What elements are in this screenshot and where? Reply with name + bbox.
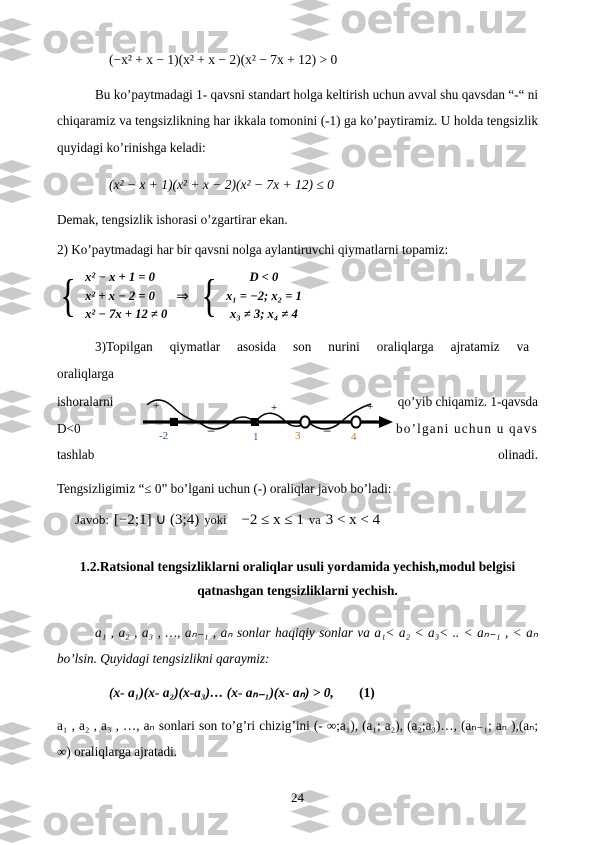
paragraph-step3-line1: 3)Topilgan qiymatlar asosida son nurini … [57, 334, 538, 387]
section-heading: 1.2.Ratsional tengsizliklarni oraliqlar … [57, 555, 538, 602]
equation-general-form: (x- a₁)(x- a₂)(x-a₃)… (x- aₙ₋₁)(x- aₙ) >… [57, 685, 538, 701]
system-row: x₃ ≠ 3; x₄ ≠ 4 [230, 307, 298, 322]
line-negative-intervals: Tengsizligimiz “≤ 0” bo’lgani uchun (-) … [57, 481, 392, 497]
implies-arrow-icon: ⇒ [176, 289, 189, 305]
left-brace-icon: { [60, 270, 76, 322]
answer-inequality-1: −2 ≤ x ≤ 1 [241, 512, 304, 529]
point-label-3: 3 [295, 430, 301, 442]
sign-wave-left [146, 399, 256, 430]
sign-plus: + [367, 401, 373, 413]
point-label-1: 1 [253, 431, 259, 443]
system-of-equations: { x² − x + 1 = 0 x² + x − 2 = 0 x² − 7x … [57, 269, 538, 325]
paragraph-sequence-definition: a₁ , a₂ , a₃ , …, aₙ₋₁ , aₙ sonlar haqiq… [57, 624, 538, 667]
axis-arrow-icon [379, 416, 393, 429]
system-row: x² − 7x + 12 ≠ 0 [85, 307, 168, 322]
answer-interval: [−2;1] ∪ (3;4) [113, 512, 200, 529]
equation-transformed: (x² − x + 1)(x² + x − 2)(x² − 7x + 12) ≤… [109, 177, 334, 193]
sign-minus: − [207, 424, 215, 440]
text-fragment: oraliqlarga [57, 365, 114, 381]
system-left-side: x² − x + 1 = 0 x² + x − 2 = 0 x² − 7x + … [85, 269, 167, 325]
line-conclusion-sign: Demak, tengsizlik ishorasi o’zgartirar e… [57, 212, 288, 228]
text-fragment: olinadi. [498, 446, 538, 462]
page-number: 24 [291, 790, 304, 805]
number-line-sign-chart: + − + − + -2 1 3 4 [143, 399, 393, 443]
sign-minus: − [323, 424, 331, 440]
text-fragment: va [516, 339, 530, 355]
text-fragment: qiymatlar [169, 339, 221, 355]
equation-original: (−x² + x − 1)(x² + x − 2)(x² − 7x + 12) … [109, 52, 338, 67]
system-right-side: D < 0 x₁ = −2; x₂ = 1 x₃ ≠ 3; x₄ ≠ 4 [226, 269, 302, 325]
system-row: x² + x − 2 = 0 [85, 288, 155, 303]
line-step2: 2) Ko’paytmadagi har bir qavsni nolga ay… [57, 241, 449, 257]
document-page: (−x² + x − 1)(x² + x − 2)(x² − 7x + 12) … [0, 0, 595, 842]
answer-and-word: va [308, 513, 321, 528]
section-heading-line2: qatnashgan tengsizliklarni yechish. [197, 582, 398, 598]
point-label-minus2: -2 [159, 430, 168, 442]
point-marker-hollow [299, 415, 311, 429]
answer-label: Javob: [75, 512, 109, 528]
left-brace-icon: { [201, 270, 217, 322]
text-fragment: ajratamiz [450, 339, 500, 355]
equation-body: (x- a₁)(x- a₂)(x-a₃)… (x- aₙ₋₁)(x- aₙ) >… [109, 684, 334, 700]
point-marker-filled [251, 418, 259, 427]
section-heading-line1: 1.2.Ratsional tengsizliklarni oraliqlar … [79, 559, 516, 575]
system-row: D < 0 [249, 269, 279, 284]
point-label-4: 4 [351, 431, 357, 443]
text-fragment: bo’lgani uchun u qavs [395, 420, 538, 436]
answer-row: Javob: [−2;1] ∪ (3;4) yoki −2 ≤ x ≤ 1 va… [57, 510, 538, 529]
point-marker-hollow [350, 415, 362, 429]
equation-number: (1) [359, 684, 375, 700]
text-fragment: D<0 [57, 420, 81, 436]
answer-inequality-2: 3 < x < 4 [325, 512, 381, 529]
sign-plus: + [153, 400, 159, 412]
point-marker-filled [170, 418, 178, 427]
system-row: x₁ = −2; x₂ = 1 [225, 288, 302, 303]
paragraph-step1: Bu ko’paytmadagi 1- qavsni standart holg… [57, 87, 538, 155]
paragraph-interval-partition: a₁ , a₂ , a₃ , …, aₙ sonlari son to’g’ri… [57, 717, 538, 760]
text-fragment: asosida [237, 339, 276, 355]
text-fragment: oraliqlarga [376, 339, 434, 355]
text-fragment: nurini [328, 339, 360, 355]
system-row: x² − x + 1 = 0 [85, 269, 155, 284]
text-fragment: tashlab [57, 446, 95, 462]
text-fragment: ishoralarni [57, 394, 114, 410]
text-fragment: qo’yib chiqamiz. 1-qavsda [397, 394, 538, 410]
sign-plus: + [271, 402, 277, 414]
text-fragment: son [292, 339, 312, 355]
text-fragment: 3)Topilgan [95, 339, 153, 355]
answer-connector: yoki [204, 513, 227, 528]
